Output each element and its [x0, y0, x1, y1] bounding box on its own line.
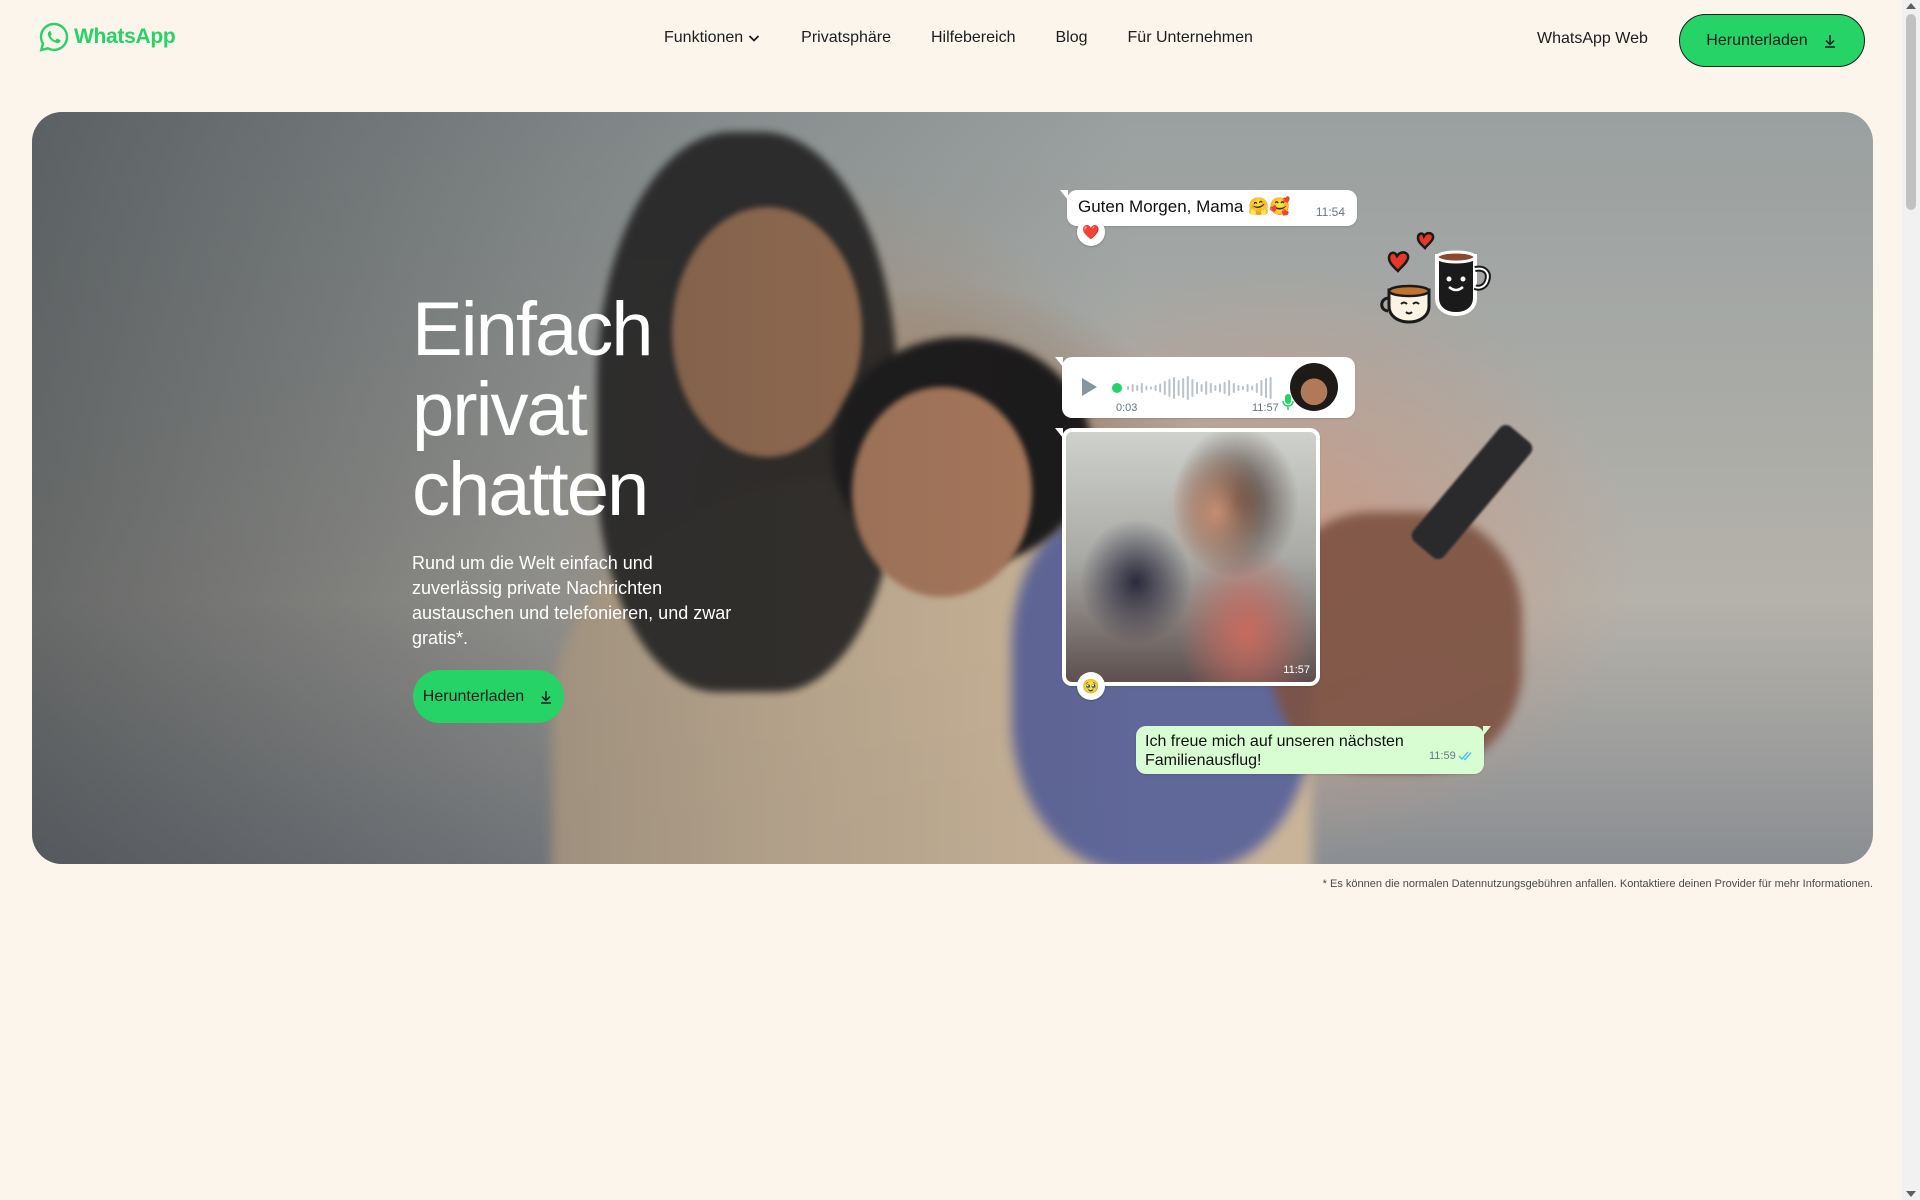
waveform-bar — [1191, 379, 1194, 397]
bubble-tail — [1483, 726, 1491, 736]
waveform-bar — [1154, 385, 1157, 391]
waveform-bar — [1159, 383, 1162, 393]
scroll-down-arrow-icon[interactable] — [1906, 1191, 1916, 1197]
waveform-bar — [1163, 381, 1166, 395]
whatsapp-logo-icon — [39, 22, 69, 52]
microphone-icon — [1282, 394, 1294, 410]
download-button-label: Herunterladen — [1706, 31, 1808, 49]
scrollbar-thumb[interactable] — [1906, 14, 1916, 210]
heart-reaction: ❤️ — [1077, 218, 1105, 246]
message-time: 11:59 — [1429, 750, 1456, 762]
waveform-bar — [1223, 382, 1226, 394]
waveform-bar — [1209, 383, 1212, 393]
waveform-bar — [1200, 384, 1203, 392]
bubble-tail — [1060, 190, 1068, 200]
waveform-bar — [1214, 385, 1217, 391]
shared-photo[interactable] — [1066, 432, 1316, 682]
photo-message-bubble: 11:57 — [1055, 428, 1320, 686]
nav-business[interactable]: Für Unternehmen — [1128, 29, 1253, 47]
waveform-bar — [1269, 377, 1272, 399]
header-download-button[interactable]: Herunterladen — [1679, 14, 1865, 67]
waveform-bar — [1145, 385, 1148, 391]
hero-title-line: chatten — [412, 447, 649, 532]
download-icon — [1824, 34, 1835, 48]
waveform-bar — [1265, 378, 1267, 398]
nav-privacy[interactable]: Privatsphäre — [801, 29, 891, 47]
waveform-bar — [1260, 380, 1263, 396]
playback-position-dot[interactable] — [1112, 383, 1122, 393]
logo-wordmark: WhatsApp — [74, 25, 176, 48]
main-nav: Funktionen Privatsphäre Hilfebereich Blo… — [664, 29, 1293, 47]
waveform-bar — [1173, 377, 1175, 399]
nav-label: Funktionen — [664, 29, 744, 46]
hero-title: Einfach privat chatten — [412, 290, 732, 530]
waveform-bar — [1219, 383, 1221, 393]
site-header: WhatsApp Funktionen Privatsphäre Hilfebe… — [0, 0, 1902, 80]
hero-section: Einfach privat chatten Rund um die Welt … — [32, 112, 1873, 864]
waveform-bar — [1242, 386, 1244, 390]
waveform-bar — [1228, 380, 1231, 396]
message-text: Ich freue mich auf unseren nächsten Fami… — [1145, 733, 1404, 769]
bubble-tail — [1055, 428, 1063, 438]
page-scrollbar[interactable] — [1902, 0, 1920, 1200]
scroll-up-arrow-icon[interactable] — [1906, 3, 1916, 9]
waveform-bar — [1140, 383, 1143, 393]
waveform-bar — [1196, 382, 1198, 394]
voice-duration: 0:03 — [1116, 402, 1138, 414]
download-icon — [541, 690, 552, 704]
nav-functions[interactable]: Funktionen — [664, 29, 761, 47]
voice-message-bubble: 0:03 11:57 — [1055, 357, 1355, 418]
nav-help-center[interactable]: Hilfebereich — [931, 29, 1015, 47]
chat-bubble-outgoing: Ich freue mich auf unseren nächsten Fami… — [1136, 726, 1491, 774]
download-button-label: Herunterladen — [422, 687, 525, 705]
bubble-tail — [1055, 357, 1063, 367]
hero-title-line: privat — [412, 367, 588, 452]
message-time: 11:57 — [1283, 664, 1310, 676]
sender-avatar — [1290, 363, 1338, 411]
waveform-bar — [1186, 376, 1189, 400]
waveform-bar — [1136, 385, 1139, 391]
waveform-bar — [1232, 383, 1235, 393]
waveform-bar — [1246, 384, 1249, 392]
nav-blog[interactable]: Blog — [1055, 29, 1087, 47]
waveform-bar — [1182, 378, 1185, 398]
footnote: * Es können die normalen Datennutzungsge… — [1322, 878, 1873, 890]
whatsapp-logo[interactable]: WhatsApp — [38, 21, 176, 53]
chat-bubble-incoming: Guten Morgen, Mama 🤗🥰 11:54 — [1060, 190, 1357, 226]
message-text: Guten Morgen, Mama 🤗🥰 — [1078, 197, 1291, 216]
waveform-bar — [1127, 386, 1129, 390]
waveform-bar — [1255, 383, 1258, 393]
waveform-bar — [1168, 379, 1171, 397]
whatsapp-web-link[interactable]: WhatsApp Web — [1537, 30, 1648, 48]
waveform-bar — [1251, 385, 1254, 391]
hero-overlay — [32, 112, 1873, 864]
waveform-bar — [1131, 384, 1134, 392]
coffee-cups-sticker — [1380, 231, 1491, 324]
waveform-bar — [1177, 380, 1180, 396]
emoji-reaction: 🥹 — [1077, 672, 1105, 700]
audio-waveform — [1112, 376, 1272, 400]
message-time: 11:54 — [1315, 205, 1345, 219]
chevron-down-icon — [749, 35, 760, 42]
waveform-bar — [1205, 381, 1208, 395]
waveform-bar — [1150, 386, 1152, 390]
hero-subtitle: Rund um die Welt einfach und zuverlässig… — [412, 553, 732, 648]
hero-download-button[interactable]: Herunterladen — [413, 670, 564, 723]
play-icon[interactable] — [1076, 375, 1100, 399]
hero-title-line: Einfach — [412, 287, 654, 372]
message-time: 11:57 — [1252, 402, 1279, 414]
double-check-icon — [1458, 751, 1472, 761]
waveform-bar — [1237, 385, 1240, 391]
